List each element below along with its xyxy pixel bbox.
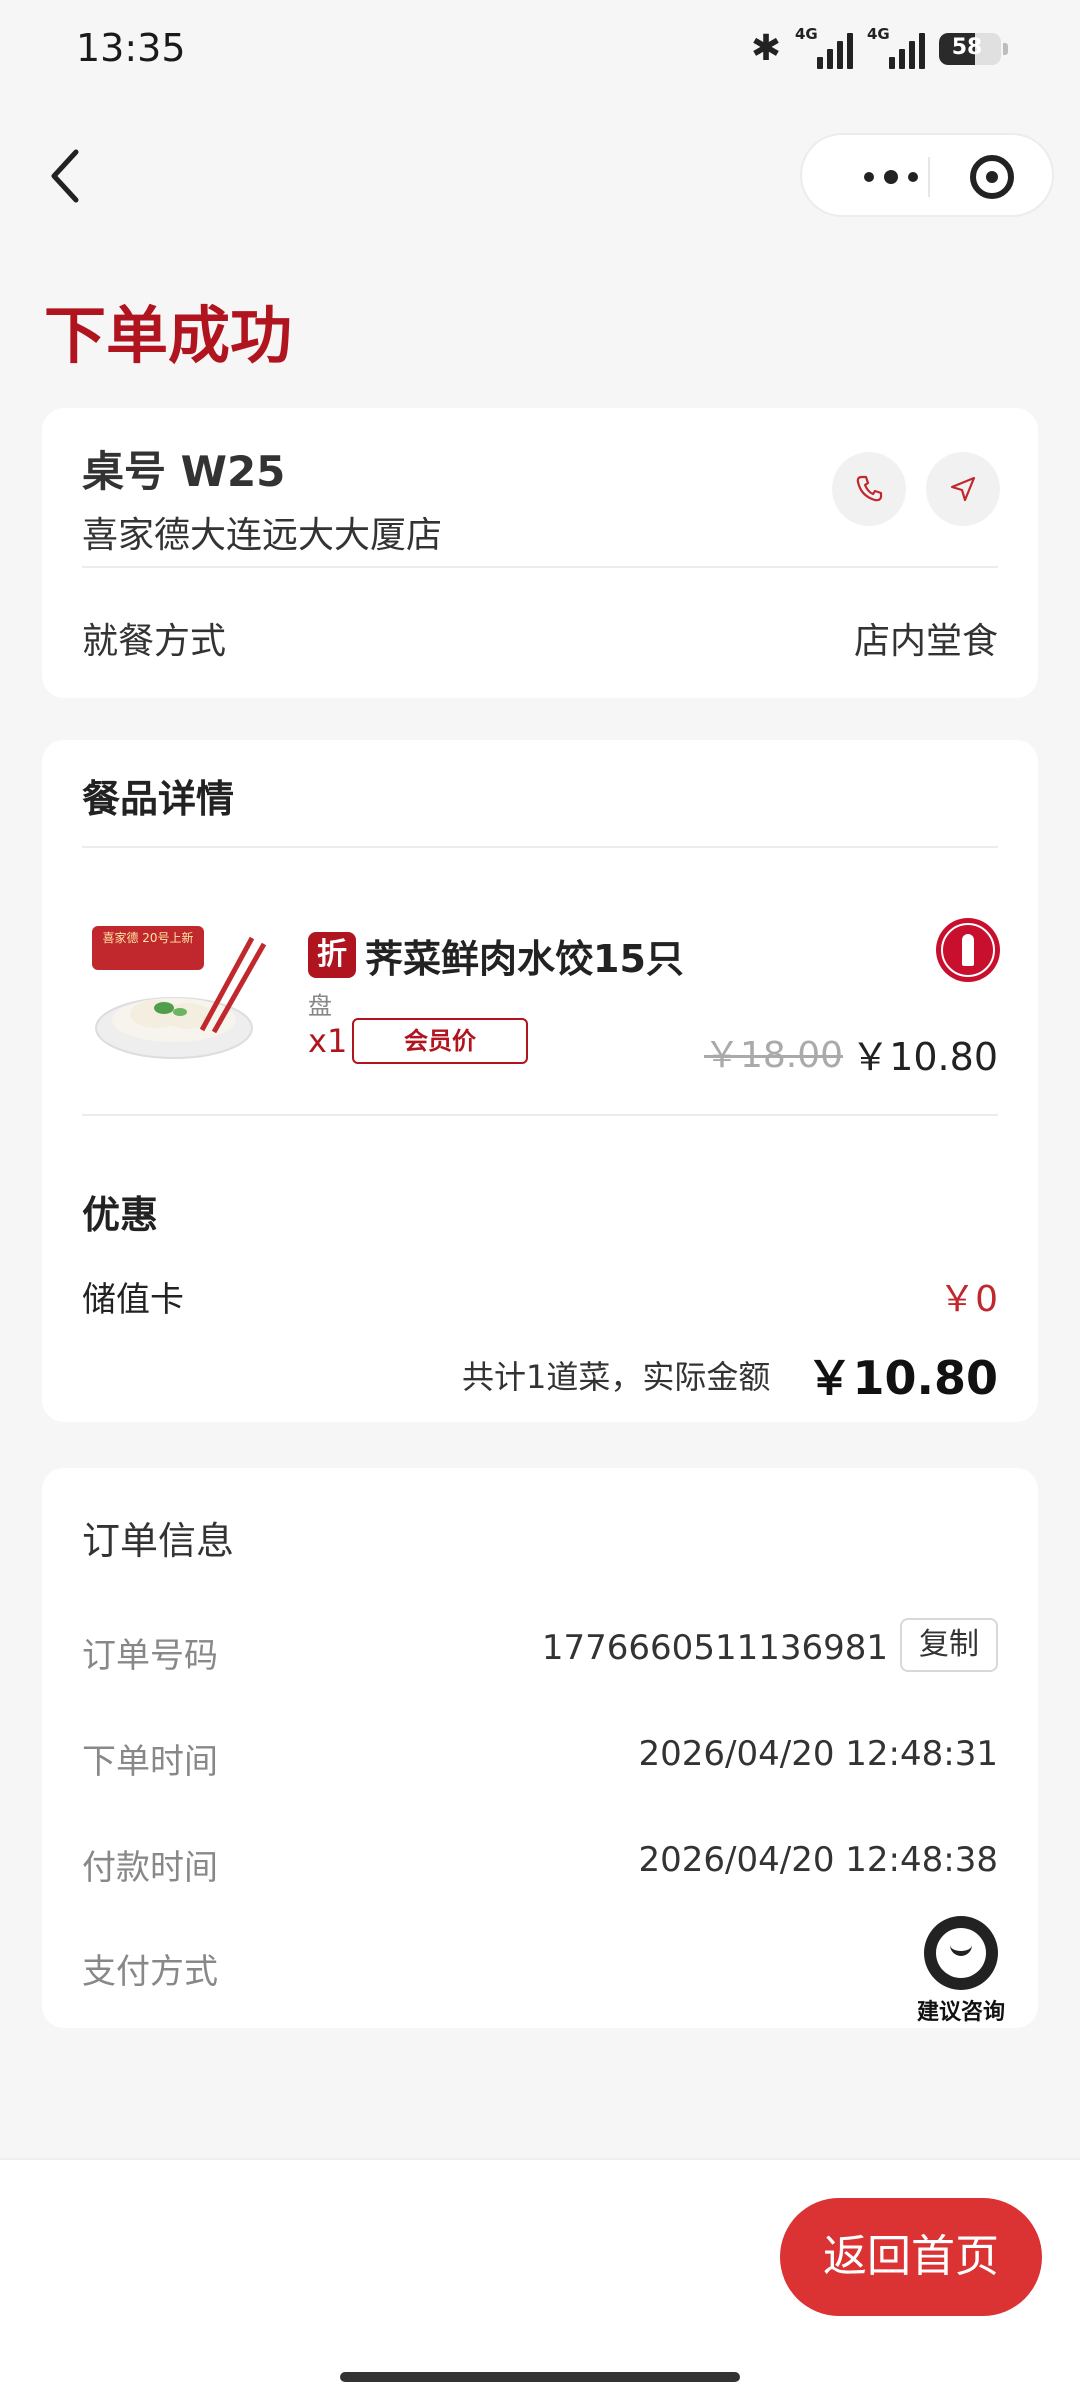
- order-info-card: 订单信息 订单号码 1776660511136981 复制 下单时间 2026/…: [42, 1468, 1038, 2028]
- network-type-label: 4G: [795, 24, 818, 43]
- mini-program-capsule: [800, 133, 1054, 217]
- navigation-button[interactable]: [926, 452, 1000, 526]
- signal-icon: 4G: [867, 25, 925, 69]
- divider: [82, 566, 998, 568]
- table-number: 桌号 W25: [82, 447, 286, 496]
- order-number-value: 1776660511136981: [541, 1628, 888, 1668]
- divider: [82, 1114, 998, 1116]
- page-title: 下单成功: [44, 299, 293, 372]
- member-price-tag: 会员价: [352, 1018, 528, 1064]
- copy-button[interactable]: 复制: [900, 1618, 998, 1672]
- bluetooth-icon: ✱: [750, 28, 781, 69]
- battery-cap: [1003, 42, 1008, 55]
- dish-unit: 盘: [308, 992, 332, 1020]
- network-type-label: 4G: [867, 24, 890, 43]
- brand-logo: [936, 918, 1000, 982]
- customer-support-button[interactable]: 建议咨询: [906, 1916, 1016, 2026]
- dish-image-brand-text: 喜家德 20号上新: [102, 930, 193, 945]
- dish-quantity: x1: [308, 1022, 348, 1060]
- store-name: 喜家德大连远大大厦店: [82, 515, 443, 556]
- discount-badge: 折: [308, 932, 356, 978]
- dish-name: 荠菜鲜肉水饺15只: [365, 937, 684, 981]
- divider: [82, 846, 998, 848]
- item-price: ￥10.80: [851, 1035, 998, 1079]
- total-amount: ￥10.80: [806, 1351, 998, 1405]
- battery-level: 58: [951, 34, 983, 60]
- navigation-icon: [950, 476, 976, 502]
- table-info-card: 桌号 W25 喜家德大连远大大厦店 就餐方式 店内堂食: [42, 408, 1038, 698]
- dish-image: 喜家德 20号上新: [82, 918, 272, 1068]
- payment-time-label: 付款时间: [82, 1848, 218, 1888]
- headset-icon: [924, 1916, 998, 1990]
- phone-icon: [856, 475, 883, 502]
- status-icons: ✱ 4G 4G 58: [750, 25, 1008, 69]
- order-time-label: 下单时间: [82, 1742, 218, 1782]
- back-arrow-icon[interactable]: [44, 146, 88, 206]
- home-indicator[interactable]: [340, 2372, 740, 2382]
- phone-button[interactable]: [832, 452, 906, 526]
- order-number-label: 订单号码: [82, 1636, 218, 1676]
- stored-value-card-label: 储值卡: [82, 1280, 184, 1320]
- stored-value-card-amount: ￥0: [939, 1279, 998, 1320]
- order-items-card: 餐品详情 喜家德 20号上新 折 荠菜鲜肉水饺15只 盘 x1 会员价 ￥18.…: [42, 740, 1038, 1422]
- battery-icon: 58: [939, 32, 1001, 65]
- payment-time-value: 2026/04/20 12:48:38: [638, 1840, 998, 1880]
- payment-method-label: 支付方式: [82, 1952, 218, 1992]
- items-section-title: 餐品详情: [82, 777, 235, 821]
- order-info-title: 订单信息: [82, 1519, 235, 1563]
- signal-icon: 4G: [795, 25, 853, 69]
- support-label: 建议咨询: [916, 2000, 1005, 2025]
- discount-section-title: 优惠: [82, 1193, 159, 1237]
- order-time-value: 2026/04/20 12:48:31: [638, 1734, 998, 1774]
- capsule-divider: [928, 157, 930, 197]
- target-icon[interactable]: [970, 155, 1014, 199]
- return-home-button[interactable]: 返回首页: [780, 2198, 1042, 2316]
- original-price: ￥18.00: [704, 1035, 844, 1076]
- total-summary-text: 共计1道菜，实际金额: [462, 1358, 771, 1396]
- status-time: 13:35: [76, 26, 186, 70]
- dine-mode-value: 店内堂食: [853, 621, 998, 662]
- dine-mode-label: 就餐方式: [82, 621, 227, 662]
- status-bar: 13:35 ✱ 4G 4G 58: [0, 0, 1080, 100]
